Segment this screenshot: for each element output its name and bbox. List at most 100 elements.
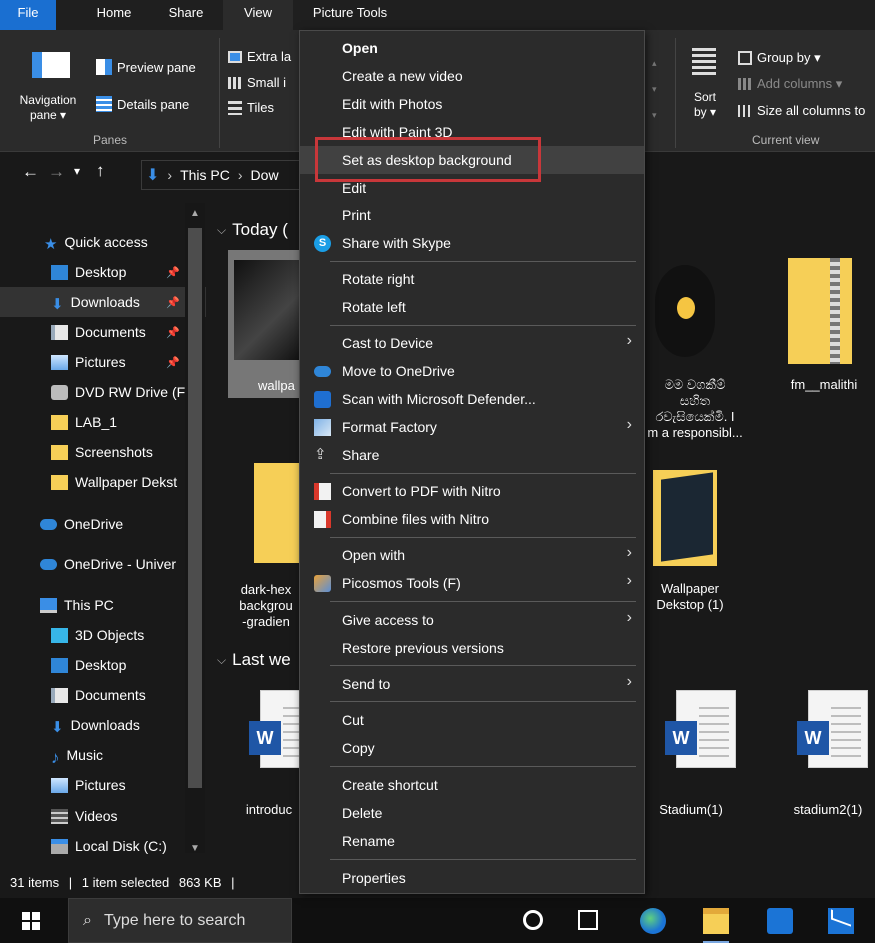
sidebar-item-documents-pc[interactable]: Documents	[0, 680, 206, 710]
menu-item-create-video[interactable]: Create a new video	[300, 62, 644, 90]
taskbar-search-box[interactable]: ⌕ Type here to search	[68, 898, 292, 943]
tab-picture-tools[interactable]: Picture Tools	[300, 0, 400, 30]
mail-icon[interactable]	[828, 908, 854, 934]
sidebar-item-lab-1[interactable]: LAB_1	[0, 407, 206, 437]
menu-item-edit-with-photos[interactable]: Edit with Photos	[300, 90, 644, 118]
sidebar-item-3d-objects[interactable]: 3D Objects	[0, 620, 206, 650]
sidebar-item-desktop-pc[interactable]: Desktop	[0, 650, 206, 680]
details-pane-button[interactable]: Details pane	[96, 96, 189, 112]
menu-item-combine-nitro[interactable]: Combine files with Nitro	[300, 505, 644, 533]
file-label: මම වගකීම් සහිත රවැසියෙක්මි. I m a respon…	[645, 377, 745, 441]
menu-item-picosmos-tools[interactable]: Picosmos Tools (F) ›	[300, 569, 644, 597]
wallpaper-folder-thumbnail[interactable]	[653, 470, 717, 566]
preview-pane-button[interactable]: Preview pane	[96, 59, 196, 75]
folder-thumbnail[interactable]	[254, 463, 300, 563]
menu-item-share[interactable]: ⇪ Share	[300, 441, 644, 469]
sidebar-item-quick-access[interactable]: ★ Quick access	[0, 227, 206, 257]
scroll-down-icon[interactable]: ▼	[190, 843, 200, 854]
zip-folder-thumbnail[interactable]	[788, 258, 852, 364]
group-by-button[interactable]: Group by ▾	[738, 50, 821, 66]
menu-item-print[interactable]: Print	[300, 201, 644, 229]
navigation-pane-button[interactable]: Navigation	[4, 93, 92, 107]
sidebar-item-pictures-pc[interactable]: Pictures	[0, 770, 206, 800]
nav-pane-scroll-thumb[interactable]	[188, 228, 202, 788]
tab-view[interactable]: View	[223, 0, 293, 30]
lightbulb-thumbnail[interactable]	[655, 265, 715, 357]
tab-share[interactable]: Share	[156, 0, 216, 30]
menu-separator	[330, 473, 636, 474]
sidebar-item-pictures[interactable]: Pictures 📌	[0, 347, 206, 377]
sort-by-button-line2[interactable]: by ▾	[685, 105, 725, 119]
forward-arrow-icon[interactable]: →	[48, 162, 65, 182]
documents-icon	[51, 324, 68, 340]
menu-item-open-with[interactable]: Open with ›	[300, 541, 644, 569]
word-document-thumbnail[interactable]: W	[665, 690, 736, 768]
tab-file[interactable]: File	[0, 0, 56, 30]
menu-item-cut[interactable]: Cut	[300, 706, 644, 734]
add-columns-button[interactable]: Add columns ▾	[738, 76, 842, 92]
tiles-button[interactable]: Tiles	[228, 100, 274, 115]
navigation-pane-button-line2[interactable]: pane ▾	[4, 108, 92, 122]
menu-item-properties[interactable]: Properties	[300, 864, 644, 892]
menu-item-set-as-desktop-background[interactable]: Set as desktop background	[300, 146, 644, 174]
menu-item-rotate-right[interactable]: Rotate right	[300, 265, 644, 293]
sidebar-item-wallpaper-dekstop[interactable]: Wallpaper Dekst	[0, 467, 206, 497]
task-view-icon[interactable]	[578, 910, 598, 930]
menu-item-create-shortcut[interactable]: Create shortcut	[300, 771, 644, 799]
recent-locations-chevron-icon[interactable]: ▾	[74, 164, 80, 178]
sidebar-item-videos[interactable]: Videos	[0, 801, 206, 831]
back-arrow-icon[interactable]: ←	[22, 162, 39, 182]
menu-item-share-with-skype[interactable]: S Share with Skype	[300, 229, 644, 257]
menu-item-rotate-left[interactable]: Rotate left	[300, 293, 644, 321]
menu-item-restore-previous-versions[interactable]: Restore previous versions	[300, 634, 644, 662]
menu-item-move-to-onedrive[interactable]: Move to OneDrive	[300, 357, 644, 385]
file-explorer-icon[interactable]	[703, 908, 729, 943]
address-bar[interactable]: ⬇ › This PC › Dow	[141, 160, 301, 190]
sidebar-item-downloads[interactable]: ⬇ Downloads 📌	[0, 287, 206, 317]
microsoft-store-icon[interactable]	[767, 908, 793, 934]
scroll-up-icon[interactable]: ▲	[190, 208, 200, 219]
menu-item-give-access-to[interactable]: Give access to ›	[300, 606, 644, 634]
tab-home[interactable]: Home	[84, 0, 144, 30]
sidebar-item-documents[interactable]: Documents 📌	[0, 317, 206, 347]
selected-file-wallpaper[interactable]: wallpa	[228, 250, 300, 398]
edge-browser-icon[interactable]	[640, 908, 666, 934]
menu-item-open[interactable]: Open	[300, 34, 644, 62]
sort-by-button[interactable]: Sort	[685, 90, 725, 104]
breadcrumb-this-pc[interactable]: This PC	[180, 167, 230, 183]
word-icon: W	[249, 721, 281, 755]
group-header-last-week[interactable]: ⌵ Last we	[217, 650, 291, 670]
up-arrow-icon[interactable]: ↑	[96, 161, 105, 181]
menu-separator	[330, 701, 636, 702]
menu-item-format-factory[interactable]: Format Factory ›	[300, 413, 644, 441]
sidebar-item-onedrive-university[interactable]: OneDrive - Univer	[0, 549, 206, 579]
sidebar-item-local-disk[interactable]: Local Disk (C:)	[0, 831, 206, 861]
size-all-columns-button[interactable]: Size all columns to	[738, 103, 865, 118]
breadcrumb-downloads[interactable]: Dow	[251, 167, 279, 183]
menu-item-scan-with-defender[interactable]: Scan with Microsoft Defender...	[300, 385, 644, 413]
menu-item-copy[interactable]: Copy	[300, 734, 644, 762]
details-pane-icon	[96, 96, 112, 112]
sidebar-item-onedrive[interactable]: OneDrive	[0, 509, 206, 539]
menu-item-edit-with-paint-3d[interactable]: Edit with Paint 3D	[300, 118, 644, 146]
menu-item-delete[interactable]: Delete	[300, 799, 644, 827]
menu-item-send-to[interactable]: Send to ›	[300, 670, 644, 698]
windows-start-icon[interactable]	[22, 912, 40, 930]
small-icons-button[interactable]: Small i	[228, 75, 286, 90]
extra-large-icons-button[interactable]: Extra la	[228, 49, 291, 64]
word-document-thumbnail[interactable]: W	[797, 690, 868, 768]
menu-item-cast-to-device[interactable]: Cast to Device ›	[300, 329, 644, 357]
file-label: dark-hex backgrou -gradien	[234, 582, 298, 630]
sidebar-item-downloads-pc[interactable]: ⬇ Downloads	[0, 710, 206, 740]
menu-item-rename[interactable]: Rename	[300, 827, 644, 855]
layout-scroll-arrows[interactable]: ▴ ▾ ▾	[652, 50, 660, 128]
sidebar-item-dvd-drive[interactable]: DVD RW Drive (F	[0, 377, 206, 407]
sidebar-item-music[interactable]: ♪ Music	[0, 740, 206, 770]
sidebar-item-this-pc[interactable]: This PC	[0, 590, 206, 620]
cortana-icon[interactable]	[523, 910, 543, 930]
group-header-today[interactable]: ⌵ Today (	[217, 220, 288, 240]
menu-item-edit[interactable]: Edit	[300, 174, 644, 202]
sidebar-item-desktop[interactable]: Desktop 📌	[0, 257, 206, 287]
menu-item-convert-pdf-nitro[interactable]: Convert to PDF with Nitro	[300, 477, 644, 505]
sidebar-item-screenshots[interactable]: Screenshots	[0, 437, 206, 467]
